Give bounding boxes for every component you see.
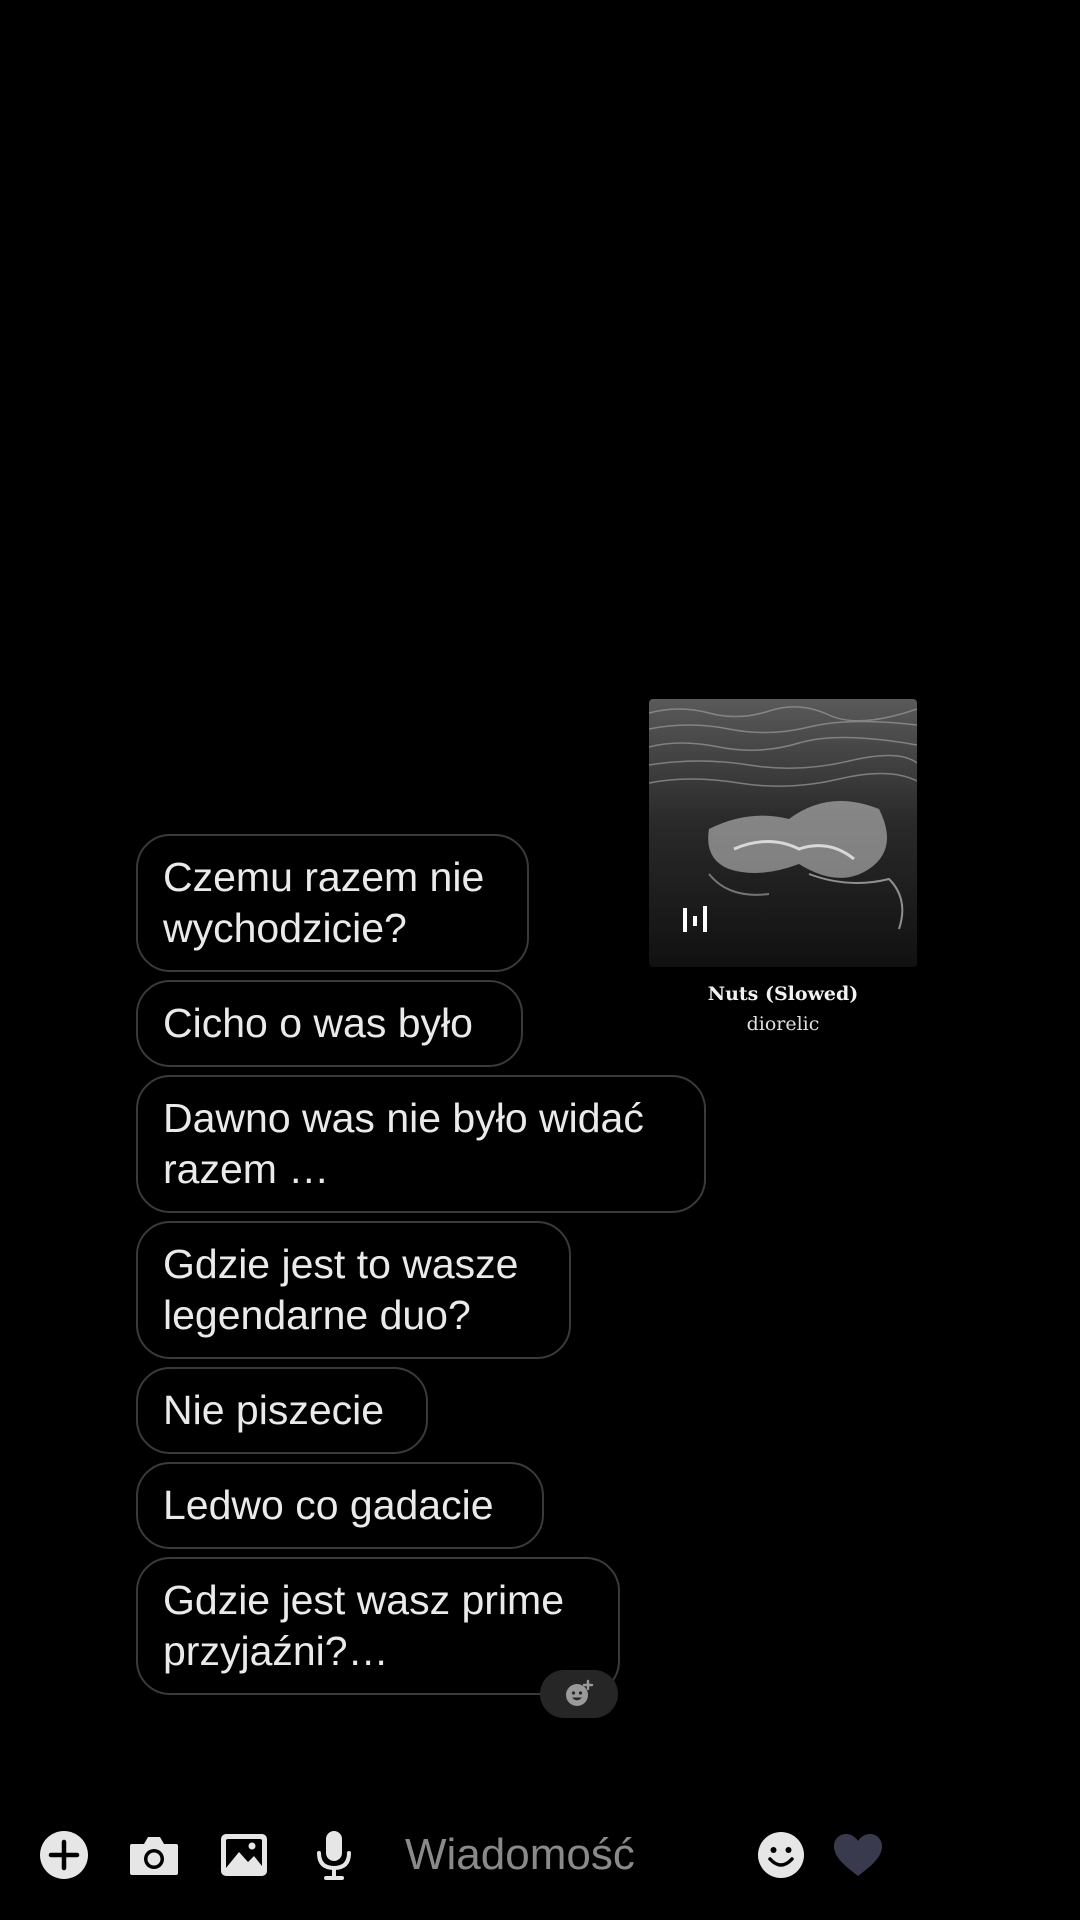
message-bubble[interactable]: Nie piszecie <box>136 1367 428 1454</box>
microphone-icon[interactable] <box>307 1828 361 1882</box>
message-input[interactable] <box>405 1826 705 1884</box>
message-bubble[interactable]: Dawno was nie było widać razem … <box>136 1075 706 1213</box>
add-reaction-button[interactable] <box>540 1670 618 1718</box>
emoji-icon[interactable] <box>754 1828 808 1882</box>
message-bubble[interactable]: Cicho o was było <box>136 980 523 1067</box>
gallery-icon[interactable] <box>217 1828 271 1882</box>
camera-icon[interactable] <box>127 1828 181 1882</box>
message-bubble[interactable]: Gdzie jest wasz prime przyjaźni?… <box>136 1557 620 1695</box>
add-reaction-icon <box>566 1679 594 1706</box>
plus-icon[interactable] <box>37 1828 91 1882</box>
composer-bar <box>0 1820 1080 1890</box>
message-bubble[interactable]: Gdzie jest to wasze legendarne duo? <box>136 1221 571 1359</box>
message-bubble[interactable]: Czemu razem nie wychodzicie? <box>136 834 529 972</box>
heart-icon[interactable] <box>831 1828 885 1882</box>
message-bubble[interactable]: Ledwo co gadacie <box>136 1462 544 1549</box>
message-list: Czemu razem nie wychodzicie? Cicho o was… <box>136 834 706 1695</box>
